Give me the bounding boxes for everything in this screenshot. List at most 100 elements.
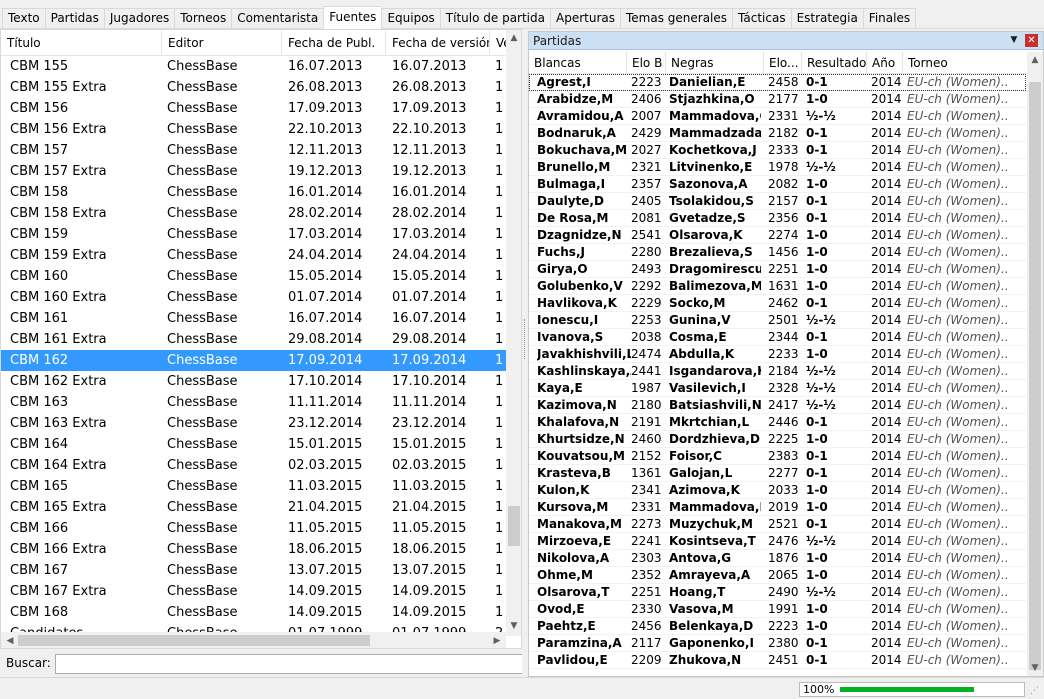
table-row[interactable]: Kaya,E 1987 Vasilevich,I 2328 ½-½ 2014 EU-ch (… bbox=[529, 380, 1026, 397]
table-row[interactable]: Kouvatsou,M 2152 Foisor,C 2383 0-1 2014 EU-ch … bbox=[529, 448, 1026, 465]
games-vertical-scrollbar[interactable]: ▲ ▼ bbox=[1027, 52, 1043, 676]
column-header-black[interactable]: Negras bbox=[666, 52, 764, 74]
table-row[interactable]: Mirzoeva,E 2241 Kosintseva,T 2476 ½-½ 2014 EU-… bbox=[529, 533, 1026, 550]
column-header-pub-date[interactable]: Fecha de Publ. bbox=[282, 30, 386, 56]
table-row[interactable]: Manakova,M 2273 Muzychuk,M 2521 0-1 2014 EU-ch… bbox=[529, 516, 1026, 533]
tab-finales[interactable]: Finales bbox=[862, 8, 917, 29]
table-row[interactable]: Ohme,M 2352 Amrayeva,A 2065 1-0 2014 EU-ch (Wo… bbox=[529, 567, 1026, 584]
tab-partidas[interactable]: Partidas bbox=[44, 8, 104, 29]
column-header-elo-black[interactable]: Elo... bbox=[764, 52, 802, 74]
arrow-up-icon[interactable]: ▲ bbox=[508, 32, 520, 44]
column-header-year[interactable]: Año bbox=[867, 52, 903, 74]
table-row[interactable]: Bokuchava,M 2027 Kochetkova,J 2333 0-1 2014 EU… bbox=[529, 142, 1026, 159]
table-row[interactable]: CBM 155 Extra ChessBase 26.08.2013 26.08.20… bbox=[1, 77, 506, 98]
tab-fuentes[interactable]: Fuentes bbox=[323, 6, 382, 29]
column-header-version[interactable]: Ve bbox=[490, 30, 506, 56]
table-row[interactable]: CBM 157 Extra ChessBase 19.12.2013 19.12.20… bbox=[1, 161, 506, 182]
arrow-up-icon[interactable]: ▲ bbox=[1029, 54, 1041, 66]
table-row[interactable]: CBM 164 Extra ChessBase 02.03.2015 02.03.20… bbox=[1, 455, 506, 476]
tab-torneos[interactable]: Torneos bbox=[174, 8, 232, 29]
column-header-title[interactable]: Título bbox=[1, 30, 162, 56]
search-input[interactable] bbox=[55, 654, 525, 674]
table-row[interactable]: Dzagnidze,N 2541 Olsarova,K 2274 1-0 2014 EU-c… bbox=[529, 227, 1026, 244]
table-row[interactable]: Khalafova,N 2191 Mkrtchian,L 2446 0-1 2014 EU-… bbox=[529, 414, 1026, 431]
table-row[interactable]: Kazimova,N 2180 Batsiashvili,N 2417 ½-½ 2014 E… bbox=[529, 397, 1026, 414]
tab-comentarista[interactable]: Comentarista bbox=[231, 8, 324, 29]
table-row[interactable]: CBM 164 ChessBase 15.01.2015 15.01.2015 1 bbox=[1, 434, 506, 455]
table-row[interactable]: CBM 156 ChessBase 17.09.2013 17.09.2013 1 bbox=[1, 98, 506, 119]
column-header-publisher[interactable]: Editor bbox=[162, 30, 282, 56]
table-row[interactable]: CBM 167 ChessBase 13.07.2015 13.07.2015 1 bbox=[1, 560, 506, 581]
tab-tácticas[interactable]: Tácticas bbox=[732, 8, 791, 29]
close-icon[interactable]: ✕ bbox=[1025, 34, 1038, 47]
table-row[interactable]: CBM 160 Extra ChessBase 01.07.2014 01.07.20… bbox=[1, 287, 506, 308]
arrow-left-icon[interactable]: ◀ bbox=[4, 635, 16, 647]
table-row[interactable]: De Rosa,M 2081 Gvetadze,S 2356 0-1 2014 EU-ch … bbox=[529, 210, 1026, 227]
table-row[interactable]: Paehtz,E 2456 Belenkaya,D 2223 1-0 2014 EU-ch … bbox=[529, 618, 1026, 635]
table-row[interactable]: Olsarova,T 2251 Hoang,T 2490 ½-½ 2014 EU-ch (W… bbox=[529, 584, 1026, 601]
table-row[interactable]: Ivanova,S 2038 Cosma,E 2344 0-1 2014 EU-ch (Wo… bbox=[529, 329, 1026, 346]
tab-equipos[interactable]: Equipos bbox=[381, 8, 440, 29]
table-row[interactable]: CBM 162 ChessBase 17.09.2014 17.09.2014 1 bbox=[1, 350, 506, 371]
table-row[interactable]: CBM 158 Extra ChessBase 28.02.2014 28.02.20… bbox=[1, 203, 506, 224]
splitter-grip[interactable] bbox=[524, 319, 526, 359]
table-row[interactable]: Paramzina,A 2117 Gaponenko,I 2380 0-1 2014 EU-… bbox=[529, 635, 1026, 652]
tab-jugadores[interactable]: Jugadores bbox=[103, 8, 175, 29]
table-row[interactable]: Havlikova,K 2229 Socko,M 2462 0-1 2014 EU-ch (… bbox=[529, 295, 1026, 312]
table-row[interactable]: Golubenko,V 2292 Balimezova,M 1631 1-0 2014 EU… bbox=[529, 278, 1026, 295]
table-row[interactable]: CBM 158 ChessBase 16.01.2014 16.01.2014 1 bbox=[1, 182, 506, 203]
table-row[interactable]: Kulon,K 2341 Azimova,K 2033 1-0 2014 EU-ch (Wo… bbox=[529, 482, 1026, 499]
table-row[interactable]: CBM 159 ChessBase 17.03.2014 17.03.2014 1 bbox=[1, 224, 506, 245]
table-row[interactable]: CBM 163 Extra ChessBase 23.12.2014 23.12.20… bbox=[1, 413, 506, 434]
scrollbar-thumb[interactable] bbox=[1029, 82, 1041, 670]
column-header-elo-white[interactable]: Elo B bbox=[627, 52, 666, 74]
table-row[interactable]: CBM 160 ChessBase 15.05.2014 15.05.2014 1 bbox=[1, 266, 506, 287]
table-row[interactable]: Avramidou,A 2007 Mammadova,G 2331 ½-½ 2014 EU-… bbox=[529, 108, 1026, 125]
table-row[interactable]: Arabidze,M 2406 Stjazhkina,O 2177 1-0 2014 EU-… bbox=[529, 91, 1026, 108]
table-row[interactable]: CBM 163 ChessBase 11.11.2014 11.11.2014 1 bbox=[1, 392, 506, 413]
scrollbar-thumb[interactable] bbox=[18, 635, 370, 646]
table-row[interactable]: CBM 155 ChessBase 16.07.2013 16.07.2013 1 bbox=[1, 56, 506, 77]
table-row[interactable]: CBM 157 ChessBase 12.11.2013 12.11.2013 1 bbox=[1, 140, 506, 161]
table-row[interactable]: Javakhishvili,L 2474 Abdulla,K 2233 1-0 2014 E… bbox=[529, 346, 1026, 363]
table-row[interactable]: Khurtsidze,N 2460 Dordzhieva,D 2225 1-0 2014 E… bbox=[529, 431, 1026, 448]
scrollbar-thumb[interactable] bbox=[508, 506, 520, 546]
table-row[interactable]: CBM 156 Extra ChessBase 22.10.2013 22.10.20… bbox=[1, 119, 506, 140]
table-row[interactable]: CBM 161 ChessBase 16.07.2014 16.07.2014 1 bbox=[1, 308, 506, 329]
sources-horizontal-scrollbar[interactable]: ◀ ▶ bbox=[1, 632, 506, 648]
tab-título-de-partida[interactable]: Título de partida bbox=[439, 8, 550, 29]
tab-aperturas[interactable]: Aperturas bbox=[550, 8, 620, 29]
table-row[interactable]: CBM 166 Extra ChessBase 18.06.2015 18.06.20… bbox=[1, 539, 506, 560]
table-row[interactable]: Ionescu,I 2253 Gunina,V 2501 ½-½ 2014 EU-ch (W… bbox=[529, 312, 1026, 329]
table-row[interactable]: Kursova,M 2331 Mammadova,N 2019 1-0 2014 EU-ch… bbox=[529, 499, 1026, 516]
table-row[interactable]: CBM 161 Extra ChessBase 29.08.2014 29.08.20… bbox=[1, 329, 506, 350]
sources-vertical-scrollbar[interactable]: ▲ ▼ bbox=[506, 30, 521, 636]
resize-grip-icon[interactable]: ⋰ bbox=[1030, 686, 1042, 698]
table-row[interactable]: Fuchs,J 2280 Brezalieva,S 1456 1-0 2014 EU-ch … bbox=[529, 244, 1026, 261]
table-row[interactable]: Nikolova,A 2303 Antova,G 1876 1-0 2014 EU-ch (… bbox=[529, 550, 1026, 567]
column-header-white[interactable]: Blancas bbox=[529, 52, 627, 74]
column-header-result[interactable]: Resultado bbox=[802, 52, 867, 74]
tab-texto[interactable]: Texto bbox=[2, 8, 45, 29]
table-row[interactable]: Agrest,I 2223 Danielian,E 2458 0-1 2014 EU-ch … bbox=[529, 74, 1026, 91]
table-row[interactable]: CBM 168 ChessBase 14.09.2015 14.09.2015 1 bbox=[1, 602, 506, 623]
table-row[interactable]: Bulmaga,I 2357 Sazonova,A 2082 1-0 2014 EU-ch … bbox=[529, 176, 1026, 193]
table-row[interactable]: Girya,O 2493 Dragomirescu,A 2251 1-0 2014 EU-c… bbox=[529, 261, 1026, 278]
table-row[interactable]: Bodnaruk,A 2429 Mammadzada,G 2182 0-1 2014 EU-… bbox=[529, 125, 1026, 142]
table-row[interactable]: Brunello,M 2321 Litvinenko,E 1978 ½-½ 2014 EU-… bbox=[529, 159, 1026, 176]
table-row[interactable]: Daulyte,D 2405 Tsolakidou,S 2157 0-1 2014 EU-c… bbox=[529, 193, 1026, 210]
tab-estrategia[interactable]: Estrategia bbox=[790, 8, 863, 29]
arrow-down-icon[interactable]: ▼ bbox=[508, 620, 520, 632]
table-row[interactable]: CBM 165 Extra ChessBase 21.04.2015 21.04.20… bbox=[1, 497, 506, 518]
table-row[interactable]: CBM 165 ChessBase 11.03.2015 11.03.2015 1 bbox=[1, 476, 506, 497]
table-row[interactable]: CBM 166 ChessBase 11.05.2015 11.05.2015 1 bbox=[1, 518, 506, 539]
pin-icon[interactable]: ▼ bbox=[1007, 33, 1021, 47]
arrow-down-icon[interactable]: ▼ bbox=[1029, 662, 1041, 674]
arrow-right-icon[interactable]: ▶ bbox=[491, 635, 503, 647]
column-header-tournament[interactable]: Torneo bbox=[903, 52, 1026, 74]
table-row[interactable]: Pavlidou,E 2209 Zhukova,N 2451 0-1 2014 EU-ch … bbox=[529, 652, 1026, 669]
table-row[interactable]: CBM 162 Extra ChessBase 17.10.2014 17.10.20… bbox=[1, 371, 506, 392]
table-row[interactable]: CBM 167 Extra ChessBase 14.09.2015 14.09.20… bbox=[1, 581, 506, 602]
table-row[interactable]: CBM 159 Extra ChessBase 24.04.2014 24.04.20… bbox=[1, 245, 506, 266]
column-header-version-date[interactable]: Fecha de versión bbox=[386, 30, 490, 56]
